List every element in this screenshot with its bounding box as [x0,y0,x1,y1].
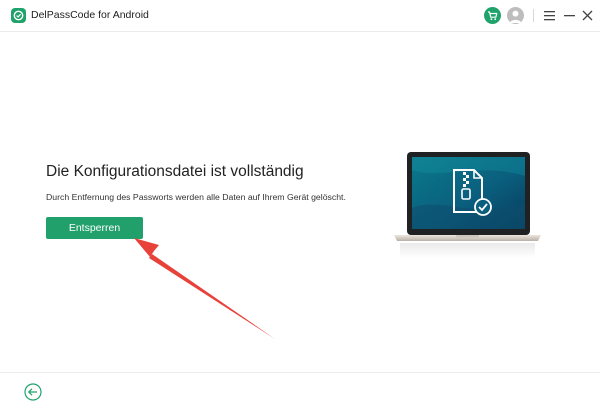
menu-icon [544,11,555,21]
app-window: DelPassCode for Android Die Konfiguratio… [0,0,600,413]
close-icon [582,10,593,21]
back-button[interactable] [24,383,42,401]
warning-text: Durch Entfernung des Passworts werden al… [46,192,346,202]
minimize-button[interactable] [563,8,576,23]
menu-button[interactable] [543,8,556,23]
title-bar: DelPassCode for Android [0,0,600,32]
page-title: Die Konfigurationsdatei ist vollständig [46,163,304,180]
user-account-button[interactable] [507,7,524,24]
user-icon [509,10,522,23]
minimize-icon [564,15,575,17]
unlock-button[interactable]: Entsperren [46,217,143,239]
cart-button[interactable] [484,7,501,24]
laptop-illustration [394,152,541,258]
cart-icon [488,11,498,21]
back-arrow-icon [24,383,42,401]
titlebar-divider [533,9,534,22]
app-logo-icon [11,8,26,23]
footer-bar [0,372,600,413]
app-title: DelPassCode for Android [31,9,149,21]
close-button[interactable] [581,8,594,23]
